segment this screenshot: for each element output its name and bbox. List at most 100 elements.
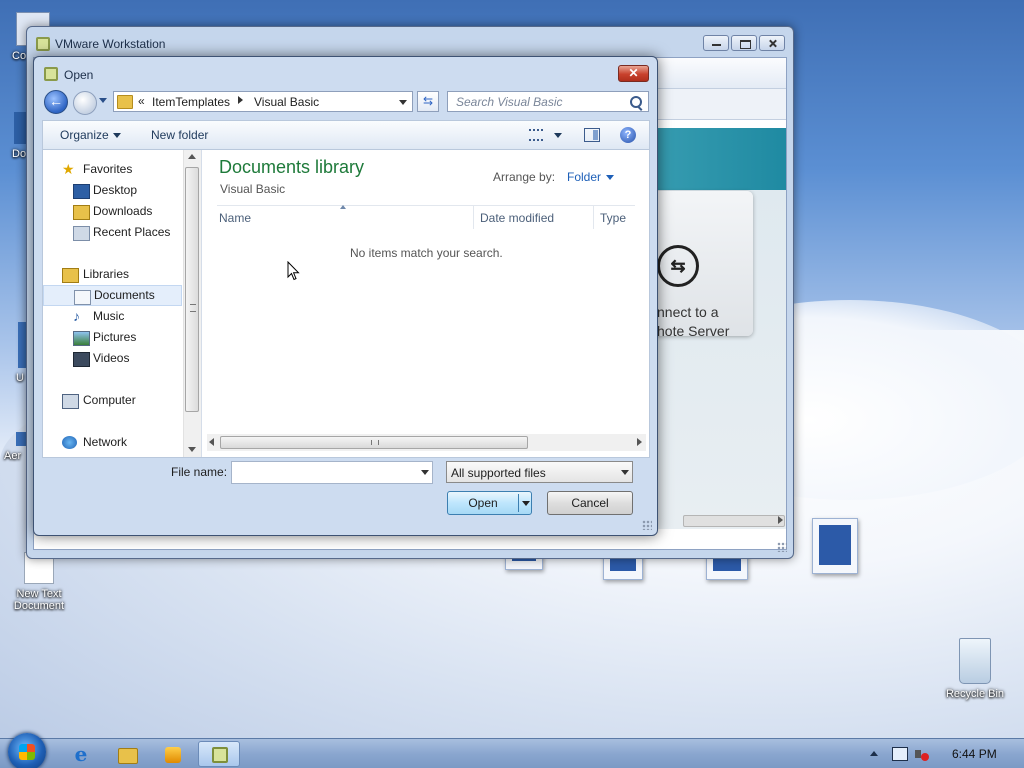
nav-desktop[interactable]: Desktop	[43, 180, 182, 201]
scrollbar-thumb[interactable]	[220, 436, 528, 449]
back-button[interactable]: ←	[44, 90, 68, 114]
nav-pictures[interactable]: Pictures	[43, 327, 182, 348]
recycle-bin-icon	[959, 638, 991, 684]
cancel-button[interactable]: Cancel	[547, 491, 633, 515]
scroll-left-arrow-icon[interactable]	[209, 438, 214, 446]
close-button[interactable]	[759, 35, 785, 51]
organize-button[interactable]: Organize	[60, 128, 109, 142]
vmware-logo-icon	[36, 37, 50, 51]
nav-label: Pictures	[93, 330, 137, 344]
nav-label: Music	[93, 309, 125, 323]
connect-arrows-icon: ⇆	[657, 245, 699, 287]
arrange-by-dropdown[interactable]: Folder	[567, 170, 601, 184]
new-folder-button[interactable]: New folder	[151, 128, 208, 142]
vmware-window-controls	[703, 35, 785, 51]
open-button-label: Open	[468, 496, 498, 510]
nav-downloads[interactable]: Downloads	[43, 201, 182, 222]
file-type-select[interactable]: All supported files	[446, 461, 633, 483]
search-icon[interactable]	[630, 96, 642, 108]
nav-label: Libraries	[83, 267, 130, 281]
resize-grip-icon[interactable]	[777, 542, 787, 552]
media-player-taskbar-icon[interactable]	[152, 741, 194, 767]
vmware-taskbar-button[interactable]	[198, 741, 240, 767]
open-button-split	[518, 494, 519, 512]
desktop-partial-label: U	[16, 372, 24, 384]
desktop-icon-label: Recycle Bin	[945, 688, 1005, 700]
connect-text-line1: nnect to a	[657, 304, 719, 320]
recent-locations-dropdown[interactable]	[99, 98, 107, 103]
search-input[interactable]: Search Visual Basic	[447, 91, 649, 112]
desktop-partial-label: Co	[12, 50, 27, 62]
organize-dropdown-icon[interactable]	[113, 133, 121, 138]
dialog-title: Open	[64, 68, 94, 82]
preview-pane-icon[interactable]	[584, 128, 600, 142]
column-header-date-modified[interactable]: Date modified	[480, 211, 554, 225]
refresh-button[interactable]: ⇆	[417, 91, 439, 112]
breadcrumb-visual-basic[interactable]: Visual Basic	[254, 95, 319, 109]
scroll-right-arrow-icon[interactable]	[778, 516, 783, 524]
pictures-icon	[73, 331, 90, 346]
nav-label: Network	[83, 435, 128, 449]
wallpaper-decoration	[812, 518, 858, 574]
nav-libraries[interactable]: Libraries	[43, 264, 182, 285]
forward-button[interactable]	[73, 91, 97, 115]
file-type-dropdown-icon[interactable]	[621, 470, 629, 475]
scrollbar-thumb[interactable]	[185, 167, 199, 412]
column-header-type[interactable]: Type	[600, 211, 626, 225]
windows-explorer-taskbar-icon[interactable]	[106, 741, 148, 767]
dialog-close-button[interactable]: ✕	[618, 65, 649, 82]
command-bar: Organize New folder ?	[42, 120, 650, 150]
view-options-dropdown-icon[interactable]	[554, 133, 562, 138]
desktop-icon-recycle-bin[interactable]: Recycle Bin	[938, 638, 1012, 700]
connect-text-line2: hote Server	[657, 323, 730, 339]
vmware-logo-icon	[44, 67, 58, 81]
vmware-horizontal-scrollbar[interactable]	[657, 513, 787, 527]
nav-recent-places[interactable]: Recent Places	[43, 222, 182, 243]
breadcrumb-item-templates[interactable]: ItemTemplates	[152, 95, 230, 109]
minimize-button[interactable]	[703, 35, 729, 51]
scroll-up-arrow-icon[interactable]	[188, 154, 196, 159]
nav-computer[interactable]: Computer	[43, 390, 182, 411]
maximize-button[interactable]	[731, 35, 757, 51]
start-button[interactable]	[8, 733, 46, 768]
scrollbar-thumb[interactable]	[683, 515, 785, 527]
navigation-pane-scrollbar[interactable]	[183, 150, 201, 457]
network-tray-icon[interactable]	[892, 747, 908, 761]
nav-documents[interactable]: Documents	[43, 285, 182, 306]
nav-label: Computer	[83, 393, 136, 407]
file-list-horizontal-scrollbar[interactable]	[207, 434, 646, 451]
file-list-area[interactable]: Documents library Visual Basic Arrange b…	[202, 150, 649, 457]
libraries-icon	[62, 268, 79, 283]
address-bar[interactable]: « ItemTemplates Visual Basic	[113, 91, 413, 112]
vmware-window-title: VMware Workstation	[55, 37, 166, 51]
column-header-name[interactable]: Name	[219, 211, 251, 225]
address-dropdown-icon[interactable]	[399, 100, 407, 105]
arrange-by-dropdown-icon[interactable]	[606, 175, 614, 180]
column-separator[interactable]	[473, 205, 474, 229]
volume-muted-icon[interactable]	[915, 747, 929, 761]
resize-grip-icon[interactable]	[642, 520, 652, 530]
column-separator[interactable]	[593, 205, 594, 229]
breadcrumb-separator-icon[interactable]	[238, 96, 243, 104]
change-view-icon[interactable]	[529, 129, 543, 141]
help-icon[interactable]: ?	[620, 127, 636, 143]
show-hidden-icons-icon[interactable]	[870, 751, 878, 756]
library-subtitle: Visual Basic	[220, 182, 286, 196]
file-name-dropdown-icon[interactable]	[421, 470, 429, 475]
open-options-dropdown-icon[interactable]	[522, 501, 530, 506]
network-icon	[62, 436, 77, 449]
overflow-chevron[interactable]: «	[138, 94, 145, 108]
file-name-input[interactable]	[231, 461, 433, 484]
internet-explorer-taskbar-icon[interactable]: e	[60, 741, 102, 767]
scroll-down-arrow-icon[interactable]	[188, 447, 196, 452]
nav-music[interactable]: ♪ Music	[43, 306, 182, 327]
scroll-right-arrow-icon[interactable]	[637, 438, 642, 446]
open-button[interactable]: Open	[447, 491, 532, 515]
nav-videos[interactable]: Videos	[43, 348, 182, 369]
taskbar-clock[interactable]: 6:44 PM	[952, 747, 997, 761]
nav-favorites[interactable]: ★ Favorites	[43, 159, 182, 180]
scrollbar-grip	[190, 304, 196, 312]
nav-network[interactable]: Network	[43, 432, 182, 453]
desktop-icon-new-text-document[interactable]: New Text Document	[2, 552, 76, 612]
column-header-divider	[217, 205, 635, 206]
